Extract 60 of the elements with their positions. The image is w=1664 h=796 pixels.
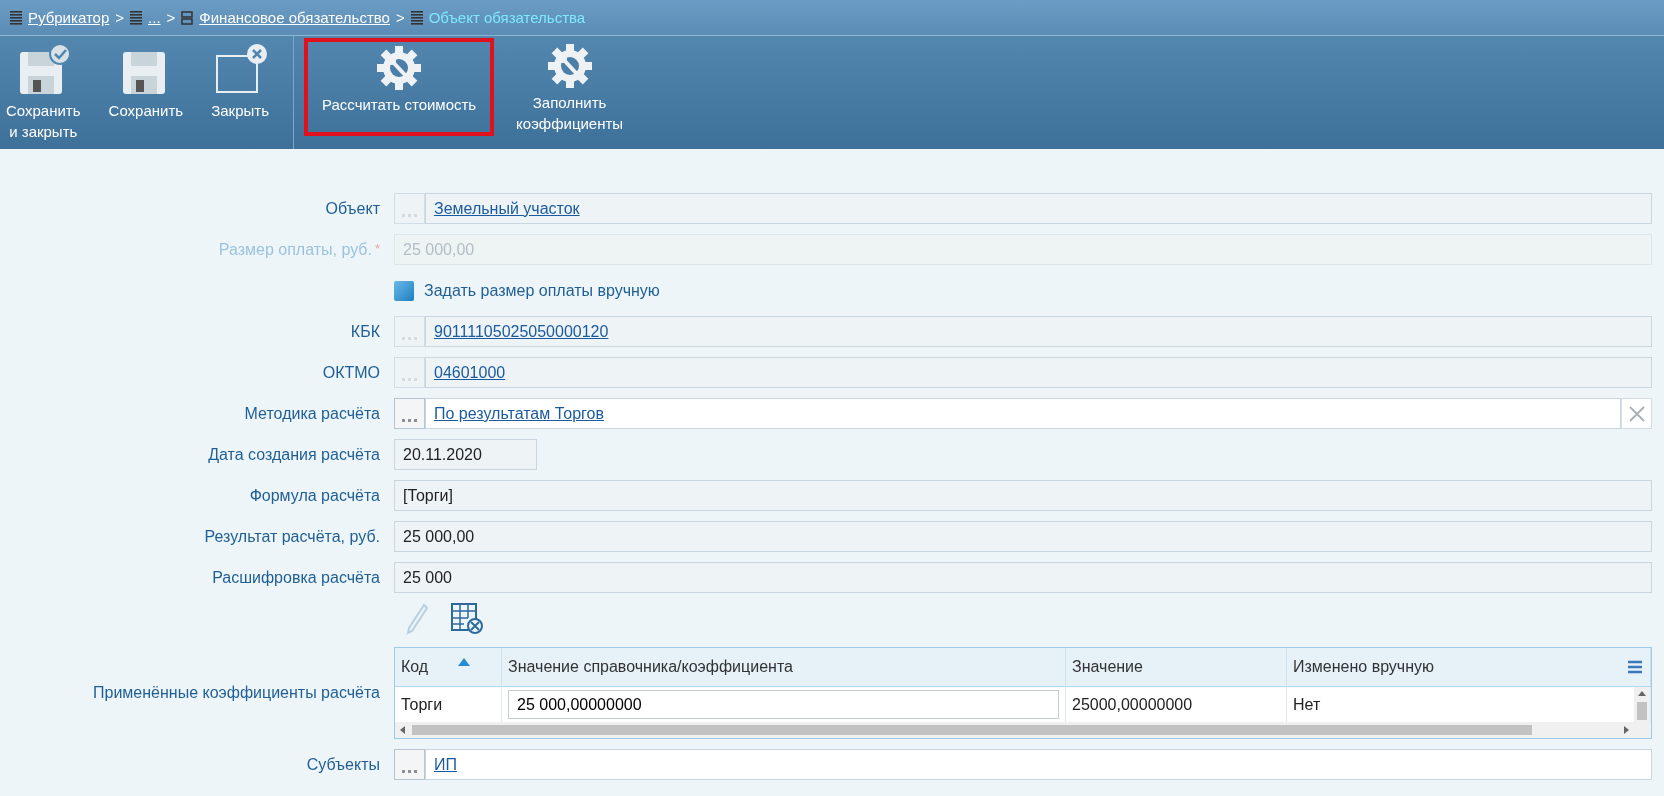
clear-button[interactable] bbox=[1621, 398, 1652, 429]
breadcrumb-separator: > bbox=[395, 9, 405, 26]
field-label: Дата создания расчёта bbox=[208, 445, 380, 464]
column-header[interactable]: Значение справочника/коэффициента bbox=[502, 648, 1066, 687]
breadcrumb-current: Объект обязательства bbox=[428, 9, 586, 26]
toolbar-button[interactable]: Закрыть bbox=[205, 38, 276, 125]
list-icon bbox=[130, 10, 143, 25]
field-label: Формула расчёта bbox=[249, 486, 380, 505]
gear-icon bbox=[375, 44, 424, 92]
pencil-icon bbox=[406, 603, 428, 635]
field-label: ОКТМО bbox=[322, 363, 380, 382]
toolbar-button[interactable]: Рассчитать стоимость bbox=[304, 38, 495, 136]
column-header[interactable]: Код bbox=[395, 648, 502, 687]
list-icon bbox=[410, 10, 423, 25]
field-label: КБК bbox=[350, 322, 380, 341]
browse-button[interactable] bbox=[394, 749, 425, 780]
lookup-field[interactable]: По результатам Торгов bbox=[425, 398, 1621, 429]
date-field[interactable]: 20.11.2020 bbox=[394, 439, 537, 470]
field-label: Методика расчёта bbox=[244, 404, 380, 423]
toolbar-button[interactable]: Сохранить и закрыть bbox=[0, 38, 87, 146]
input-field[interactable]: 25 000 bbox=[394, 562, 1652, 593]
table-cell: Торги bbox=[401, 695, 443, 714]
list-icon bbox=[10, 10, 22, 25]
field-label: Субъекты bbox=[306, 755, 380, 774]
table-cell: 25000,00000000 bbox=[1072, 695, 1193, 714]
checkbox[interactable] bbox=[394, 280, 414, 301]
menu-icon[interactable] bbox=[1628, 660, 1642, 674]
breadcrumb-link[interactable]: Финансовое обязательство bbox=[199, 9, 390, 26]
column-header[interactable]: Значение bbox=[1066, 648, 1287, 687]
browse-button[interactable] bbox=[394, 398, 425, 429]
breadcrumb-separator: > bbox=[115, 9, 125, 26]
required-mark: * bbox=[374, 240, 380, 256]
field-label: Объект bbox=[325, 199, 380, 218]
table-cell: Нет bbox=[1293, 695, 1321, 714]
field-label: Результат расчёта, руб. bbox=[204, 527, 380, 546]
field-value-link[interactable]: ИП bbox=[434, 755, 457, 774]
close-icon bbox=[1628, 405, 1645, 422]
field-label: Расшифровка расчёта bbox=[212, 568, 380, 587]
ellipsis-icon bbox=[401, 419, 418, 423]
table-delete-button[interactable] bbox=[450, 602, 484, 636]
scrollbar[interactable] bbox=[1634, 687, 1650, 722]
lookup-field[interactable]: ИП bbox=[425, 749, 1652, 780]
column-header[interactable]: Изменено вручную bbox=[1287, 648, 1651, 687]
ellipsis-icon bbox=[401, 770, 418, 774]
toolbar-button[interactable]: Заполнить коэффициенты bbox=[510, 38, 630, 138]
field-label: Размер оплаты, руб. * bbox=[218, 240, 380, 259]
breadcrumb-link[interactable]: ... bbox=[148, 9, 161, 26]
gear-icon bbox=[545, 42, 594, 90]
input-field[interactable]: [Торги] bbox=[394, 480, 1652, 511]
table-delete-icon bbox=[450, 602, 484, 636]
field-value-link[interactable]: По результатам Торгов bbox=[434, 404, 604, 423]
breadcrumb-link[interactable]: Рубрикатор bbox=[28, 9, 110, 26]
breadcrumb-separator: > bbox=[166, 9, 176, 26]
checkbox-label: Задать размер оплаты вручную bbox=[424, 281, 660, 300]
field-label: Применённые коэффициенты расчёта bbox=[93, 684, 380, 702]
stack-icon bbox=[181, 10, 194, 25]
sort-icon bbox=[458, 657, 471, 667]
input-field[interactable]: 25 000,00 bbox=[394, 521, 1652, 552]
cell-input[interactable]: 25 000,00000000 bbox=[508, 690, 1059, 719]
toolbar-button[interactable]: Сохранить bbox=[102, 38, 190, 125]
